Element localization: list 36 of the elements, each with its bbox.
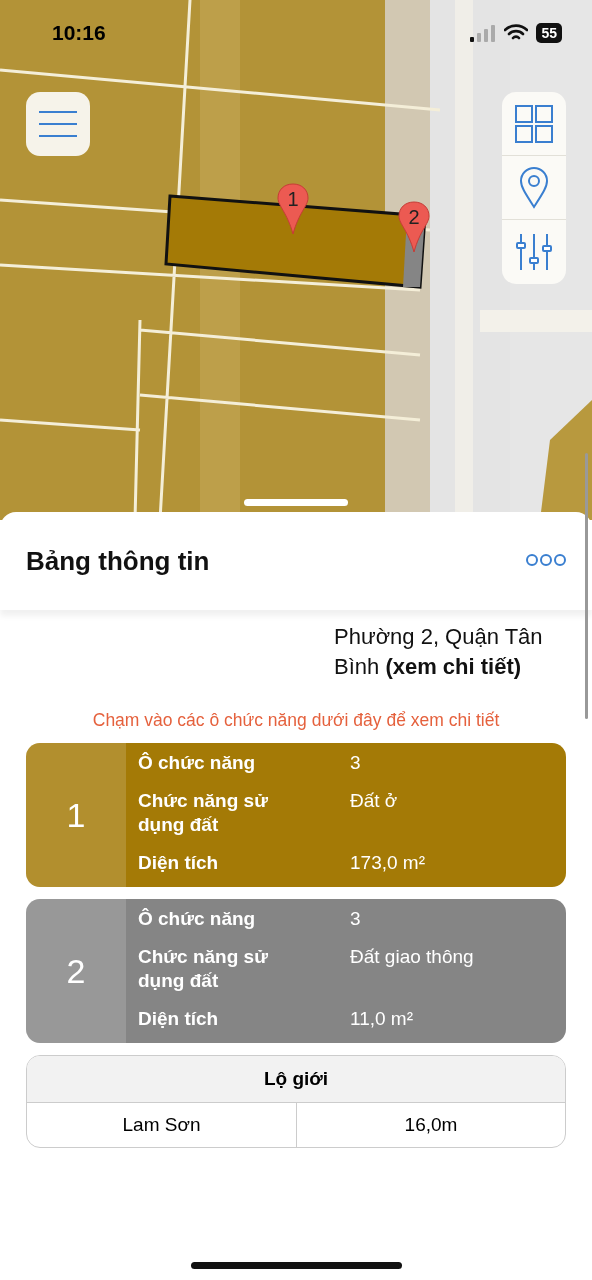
field-label: Chức năng sử dụng đất [138,789,269,837]
status-time: 10:16 [52,21,106,45]
field-value: 3 [350,751,362,775]
field-label: Diện tích [138,851,220,875]
sliders-icon [516,233,552,271]
table-cell-text: Lam Sơn [121,1113,202,1137]
parcel-card[interactable]: 2 Ô chức năng 3 Chức năng sử dụng đất Đất giao thông Diện tích 11,0 m² [26,899,566,1043]
field-value: Đất ở [350,789,399,813]
more-icon [526,552,566,567]
table-cell: 16,0m [296,1103,565,1147]
plan-description: Phường 2, Quận Tân Bình (xem chi tiết) [334,623,544,681]
table-header: Lộ giới [27,1056,565,1103]
location-pin-icon [519,166,549,209]
field-value: 3 [350,907,362,931]
map-marker[interactable]: 1 [276,183,310,235]
field-value: 11,0 m² [350,1007,414,1031]
map-marker[interactable]: 2 [397,201,431,253]
field-value: Đất giao thông [350,945,475,969]
parcel-number: 1 [66,795,86,835]
wifi-icon [504,24,529,42]
field-label: Diện tích [138,1007,220,1031]
parcel-number: 2 [66,951,86,991]
drag-handle[interactable] [244,499,348,506]
hint-text: Chạm vào các ô chức năng dưới đây để xem chi tiết [91,710,501,731]
detail-link[interactable]: (xem chi tiết) [385,654,522,679]
menu-icon [38,109,78,139]
parcel-card[interactable]: 1 Ô chức năng 3 Chức năng sử dụng đất Đất ở Diện tích 173,0 m² [26,743,566,887]
grid-icon [515,104,553,143]
field-value: 173,0 m² [350,851,426,875]
menu-button[interactable] [26,92,90,156]
field-label: Ô chức năng [138,907,257,931]
battery-indicator: 55 [536,23,562,43]
signal-icon [470,24,497,42]
field-label: Ô chức năng [138,751,257,775]
sheet-title: Bảng thông tin [26,545,210,577]
field-label: Chức năng sử dụng đất [138,945,269,993]
